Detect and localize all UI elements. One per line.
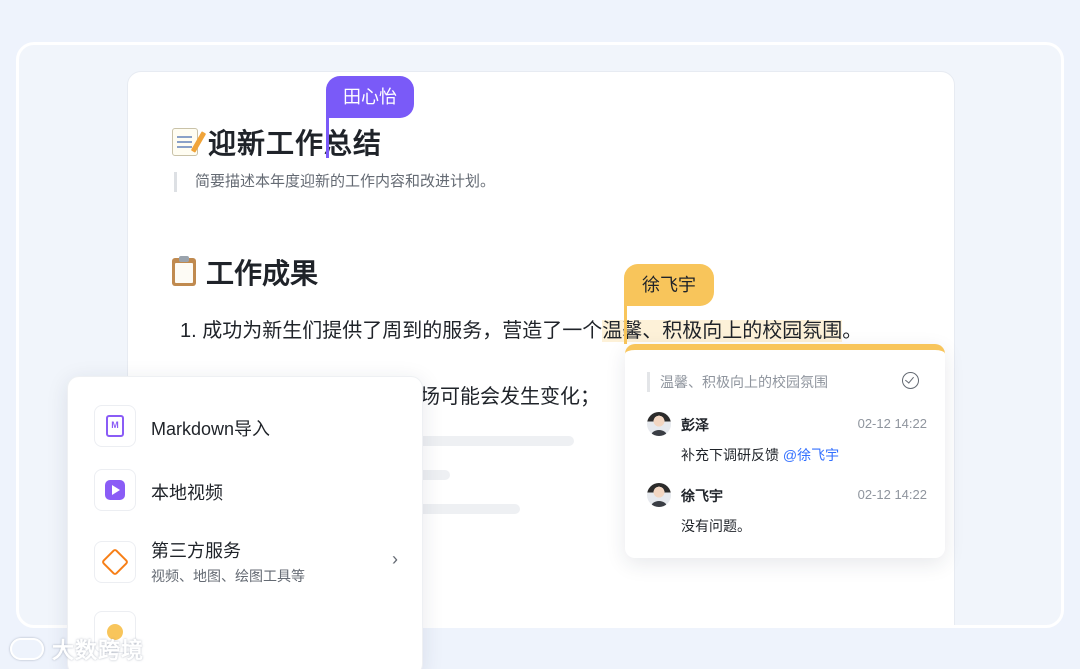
page-title[interactable]: 迎新工作总结 — [172, 122, 382, 162]
clipboard-icon — [172, 256, 196, 286]
menu-item-label: 本地视频 — [151, 483, 223, 503]
menu-item-label: 第三方服务 — [151, 541, 241, 561]
list-item[interactable]: 1. 成功为新生们提供了周到的服务，营造了一个温馨、积极向上的校园氛围。 — [180, 314, 862, 343]
placeholder-line — [418, 436, 574, 446]
watermark-logo-icon — [10, 638, 44, 660]
collaborator-tag-xu: 徐飞宇 — [624, 264, 714, 306]
insert-menu: M Markdown导入 本地视频 第三方服务 视频、地图、绘图工具等 › — [67, 376, 423, 669]
collaborator-cursor-xu — [624, 304, 627, 344]
comment-time: 02-12 14:22 — [857, 487, 927, 502]
mention-link[interactable]: @徐飞宇 — [783, 447, 839, 463]
memo-icon — [172, 128, 207, 156]
check-circle-icon[interactable] — [902, 372, 919, 389]
menu-item-sublabel: 视频、地图、绘图工具等 — [151, 568, 305, 584]
menu-item-local-video[interactable]: 本地视频 — [94, 467, 404, 511]
markdown-icon: M — [94, 405, 136, 447]
comment-panel[interactable]: 温馨、积极向上的校园氛围 彭泽 02-12 14:22 补充下调研反馈 @徐飞宇… — [625, 344, 945, 558]
watermark: 大数跨境 — [10, 634, 144, 664]
box-icon — [94, 541, 136, 583]
section-heading[interactable]: 工作成果 — [172, 252, 318, 292]
page-title-text[interactable]: 迎新工作总结 — [208, 122, 382, 162]
avatar[interactable] — [647, 412, 671, 436]
comment-time: 02-12 14:22 — [857, 416, 927, 431]
watermark-text: 大数跨境 — [52, 638, 145, 663]
comment-text: 没有问题。 — [681, 518, 751, 534]
collaborator-cursor-tian — [326, 118, 329, 158]
avatar[interactable] — [647, 483, 671, 507]
collaborator-tag-tian: 田心怡 — [326, 76, 414, 118]
menu-item-label: Markdown导入 — [151, 419, 271, 439]
placeholder-line — [418, 504, 520, 514]
section-heading-text[interactable]: 工作成果 — [206, 252, 318, 292]
menu-item-markdown-import[interactable]: M Markdown导入 — [94, 403, 404, 447]
description-quote[interactable]: 简要描述本年度迎新的工作内容和改进计划。 — [174, 172, 495, 192]
comment-author[interactable]: 彭泽 — [681, 415, 709, 435]
comment-author[interactable]: 徐飞宇 — [681, 486, 723, 506]
menu-item-third-party[interactable]: 第三方服务 视频、地图、绘图工具等 › — [94, 537, 404, 593]
video-icon — [94, 469, 136, 511]
comment-quoted-text: 温馨、积极向上的校园氛围 — [647, 372, 828, 392]
comment-text: 补充下调研反馈 @徐飞宇 — [681, 447, 840, 463]
list-item[interactable]: 场可能会发生变化； — [420, 380, 600, 409]
chevron-right-icon: › — [392, 549, 398, 569]
highlighted-text[interactable]: 温馨、积极向上的校园氛围 — [602, 320, 843, 342]
